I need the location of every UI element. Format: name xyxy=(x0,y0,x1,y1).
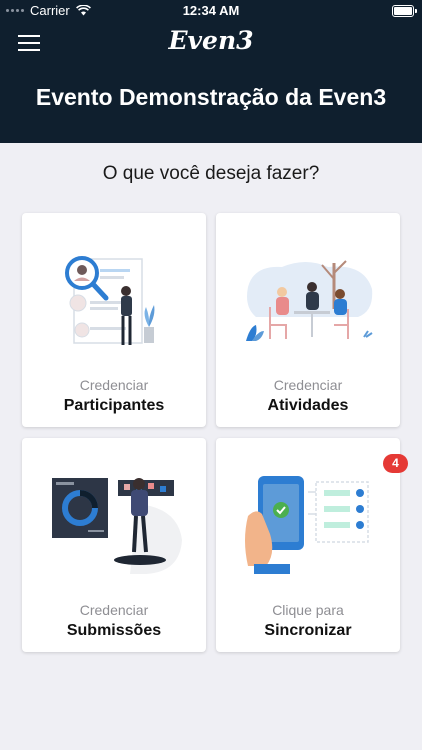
card-atividades[interactable]: Credenciar Atividades xyxy=(216,213,400,427)
page-question: O que você deseja fazer? xyxy=(102,163,320,184)
card-atividades-action: Credenciar xyxy=(273,377,343,393)
card-participantes[interactable]: Credenciar Participantes xyxy=(22,213,206,427)
activities-illustration xyxy=(246,260,373,341)
card-sincronizar[interactable]: Clique para Sincronizar xyxy=(216,438,400,652)
card-sincronizar-label: Sincronizar xyxy=(264,622,352,639)
sync-illustration xyxy=(245,476,369,574)
status-time: 12:34 AM xyxy=(182,3,240,18)
battery-icon xyxy=(392,5,417,17)
app-logo: Even3 xyxy=(168,26,254,55)
card-submissoes-action: Credenciar xyxy=(79,602,149,618)
submissions-illustration xyxy=(52,478,182,574)
card-participantes-action: Credenciar xyxy=(79,377,149,393)
card-submissoes-label: Submissões xyxy=(66,622,162,639)
card-participantes-label: Participantes xyxy=(63,397,165,414)
sync-count-badge: 4 xyxy=(383,454,408,473)
card-atividades-label: Atividades xyxy=(267,397,349,414)
card-sincronizar-action: Clique para xyxy=(272,602,344,618)
participants-illustration xyxy=(65,256,155,345)
event-title: Evento Demonstração da Even3 xyxy=(35,84,387,110)
card-submissoes[interactable]: Credenciar Submissões xyxy=(22,438,206,652)
status-bar: Carrier 12:34 AM xyxy=(0,0,422,22)
app-header: Carrier 12:34 AM Even3 Evento Demonstraç… xyxy=(0,0,422,143)
